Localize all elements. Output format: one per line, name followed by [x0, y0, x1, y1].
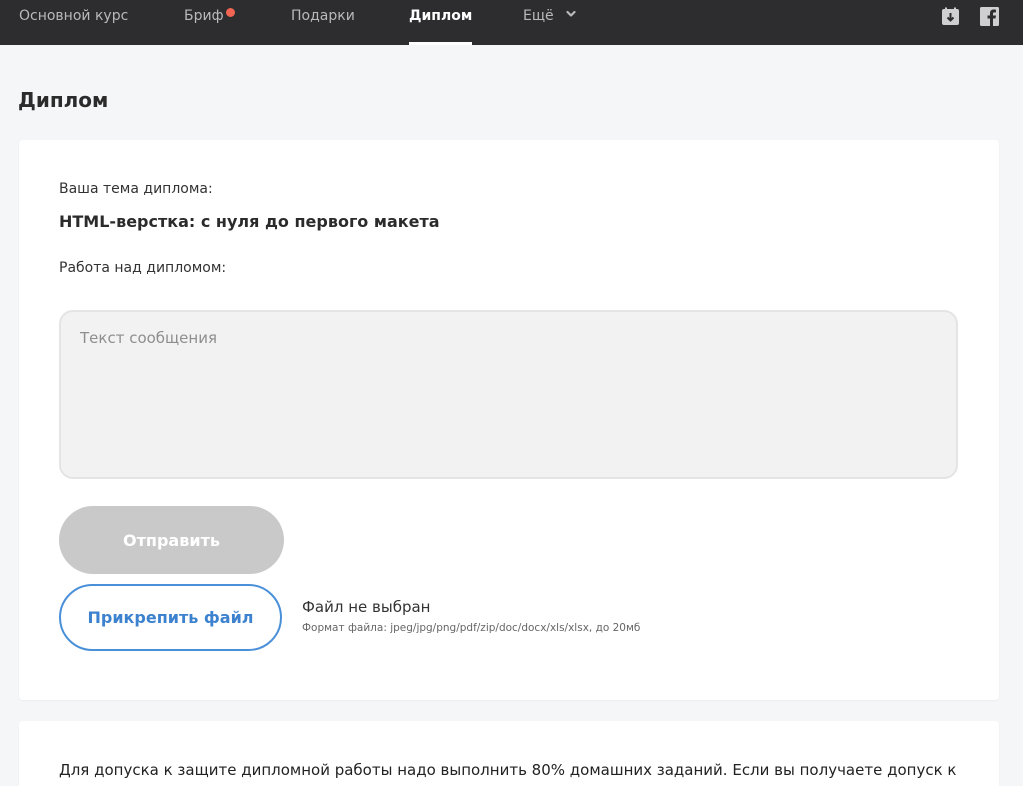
page-title: Диплом — [18, 88, 109, 112]
diploma-topic-label: Ваша тема диплома: — [59, 181, 213, 197]
nav-tab-label: Диплом — [409, 8, 473, 24]
top-navigation-bar: Основной курс Бриф Подарки Диплом Ещё — [0, 0, 1023, 45]
info-card: Для допуска к защите дипломной работы на… — [19, 721, 999, 786]
nav-tab-diploma[interactable]: Диплом — [409, 0, 473, 45]
diploma-card: Ваша тема диплома: HTML-верстка: с нуля … — [19, 140, 999, 700]
nav-tab-label: Бриф — [184, 8, 224, 24]
facebook-icon[interactable] — [980, 7, 999, 26]
active-tab-indicator — [409, 42, 473, 45]
diploma-topic: HTML-верстка: с нуля до первого макета — [59, 212, 440, 231]
chevron-down-icon — [566, 10, 576, 17]
nav-tab-main-course[interactable]: Основной курс — [19, 0, 128, 45]
diploma-work-label: Работа над дипломом: — [59, 260, 227, 276]
notification-dot — [226, 8, 235, 17]
file-format-hint: Формат файла: jpeg/jpg/png/pdf/zip/doc/d… — [302, 622, 641, 634]
nav-tab-brief[interactable]: Бриф — [184, 0, 235, 45]
nav-tab-label: Подарки — [291, 8, 355, 24]
message-input[interactable] — [59, 310, 958, 479]
file-status: Файл не выбран — [302, 598, 431, 616]
attach-file-button[interactable]: Прикрепить файл — [59, 584, 282, 651]
nav-tab-more[interactable]: Ещё — [523, 0, 576, 45]
nav-tab-gifts[interactable]: Подарки — [291, 0, 355, 45]
admission-info-text: Для допуска к защите дипломной работы на… — [59, 761, 957, 779]
send-button[interactable]: Отправить — [59, 506, 284, 574]
nav-tab-label: Основной курс — [19, 8, 129, 24]
nav-tab-label: Ещё — [523, 8, 554, 24]
calendar-download-icon[interactable] — [941, 7, 960, 26]
